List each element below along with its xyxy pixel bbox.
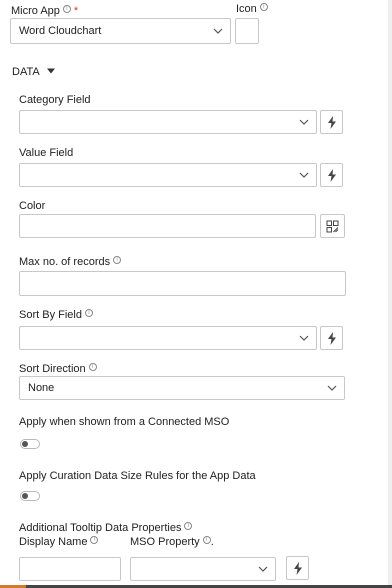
color-label: Color — [19, 200, 46, 212]
color-picker-button[interactable] — [320, 214, 345, 238]
mso-property-suffix: . — [210, 536, 214, 548]
max-records-label-text: Max no. of records — [19, 256, 111, 268]
color-input[interactable] — [19, 214, 316, 238]
sort-by-field-dynamic-button[interactable] — [320, 326, 343, 350]
apply-curation-rules-toggle[interactable] — [20, 491, 40, 501]
sort-direction-label: Sort Direction i — [19, 363, 97, 375]
value-field-select[interactable] — [19, 163, 317, 187]
palette-icon — [326, 220, 339, 232]
micro-app-label: Micro App i * — [11, 5, 78, 17]
toggle-knob — [22, 441, 28, 447]
toggle-knob — [22, 493, 28, 499]
mso-property-label: MSO Property i. — [130, 536, 214, 548]
icon-label-text: Icon — [236, 3, 257, 15]
info-icon: i — [259, 3, 268, 11]
icon-picker[interactable] — [235, 18, 259, 44]
chevron-down-icon — [213, 28, 223, 34]
lightning-icon — [327, 115, 336, 129]
tooltip-properties-label-text: Additional Tooltip Data Properties — [19, 522, 182, 534]
chevron-down-icon — [299, 172, 309, 178]
value-field-dynamic-button[interactable] — [320, 163, 343, 187]
display-name-label-text: Display Name — [19, 536, 88, 548]
scrollbar[interactable] — [388, 0, 392, 588]
max-records-input[interactable] — [19, 271, 346, 296]
category-field-label: Category Field — [19, 94, 91, 106]
data-section-header[interactable]: DATA — [12, 66, 56, 78]
lightning-icon — [327, 168, 336, 182]
lightning-icon — [327, 331, 336, 345]
category-field-select[interactable] — [19, 110, 317, 134]
apply-connected-mso-label: Apply when shown from a Connected MSO — [19, 416, 230, 428]
display-name-label: Display Name i — [19, 536, 99, 548]
sort-by-field-label-text: Sort By Field — [19, 309, 82, 321]
tooltip-properties-label: Additional Tooltip Data Properties i — [19, 522, 193, 534]
micro-app-label-text: Micro App — [11, 5, 60, 17]
required-mark: * — [73, 5, 79, 17]
chevron-down-icon — [327, 385, 337, 391]
icon-label: Icon i — [236, 3, 268, 15]
display-name-input[interactable] — [19, 557, 121, 581]
mso-property-dynamic-button[interactable] — [286, 556, 309, 580]
chevron-down-icon — [258, 566, 268, 572]
chevron-down-icon — [299, 119, 309, 125]
caret-down-icon — [47, 68, 56, 74]
category-field-dynamic-button[interactable] — [320, 110, 343, 134]
apply-curation-rules-label: Apply Curation Data Size Rules for the A… — [19, 470, 256, 482]
info-icon: i — [184, 522, 193, 530]
lightning-icon — [293, 561, 302, 575]
info-icon: i — [113, 256, 122, 264]
sort-direction-value: None — [28, 382, 55, 394]
max-records-label: Max no. of records i — [19, 256, 122, 268]
sort-by-field-label: Sort By Field i — [19, 309, 93, 321]
info-icon: i — [84, 309, 93, 317]
info-icon: i — [202, 536, 211, 544]
info-icon: i — [88, 363, 97, 371]
sort-by-field-select[interactable] — [19, 326, 317, 350]
mso-property-label-text: MSO Property — [130, 536, 200, 548]
info-icon: i — [90, 536, 99, 544]
sort-direction-label-text: Sort Direction — [19, 363, 86, 375]
mso-property-select[interactable] — [130, 557, 276, 581]
info-icon: i — [62, 5, 71, 13]
apply-connected-mso-toggle[interactable] — [20, 439, 40, 449]
value-field-label: Value Field — [19, 147, 74, 159]
chevron-down-icon — [299, 335, 309, 341]
data-section-title: DATA — [12, 66, 40, 78]
micro-app-select[interactable]: Word Cloudchart — [10, 18, 231, 44]
sort-direction-select[interactable]: None — [19, 376, 345, 400]
micro-app-value: Word Cloudchart — [19, 25, 102, 37]
